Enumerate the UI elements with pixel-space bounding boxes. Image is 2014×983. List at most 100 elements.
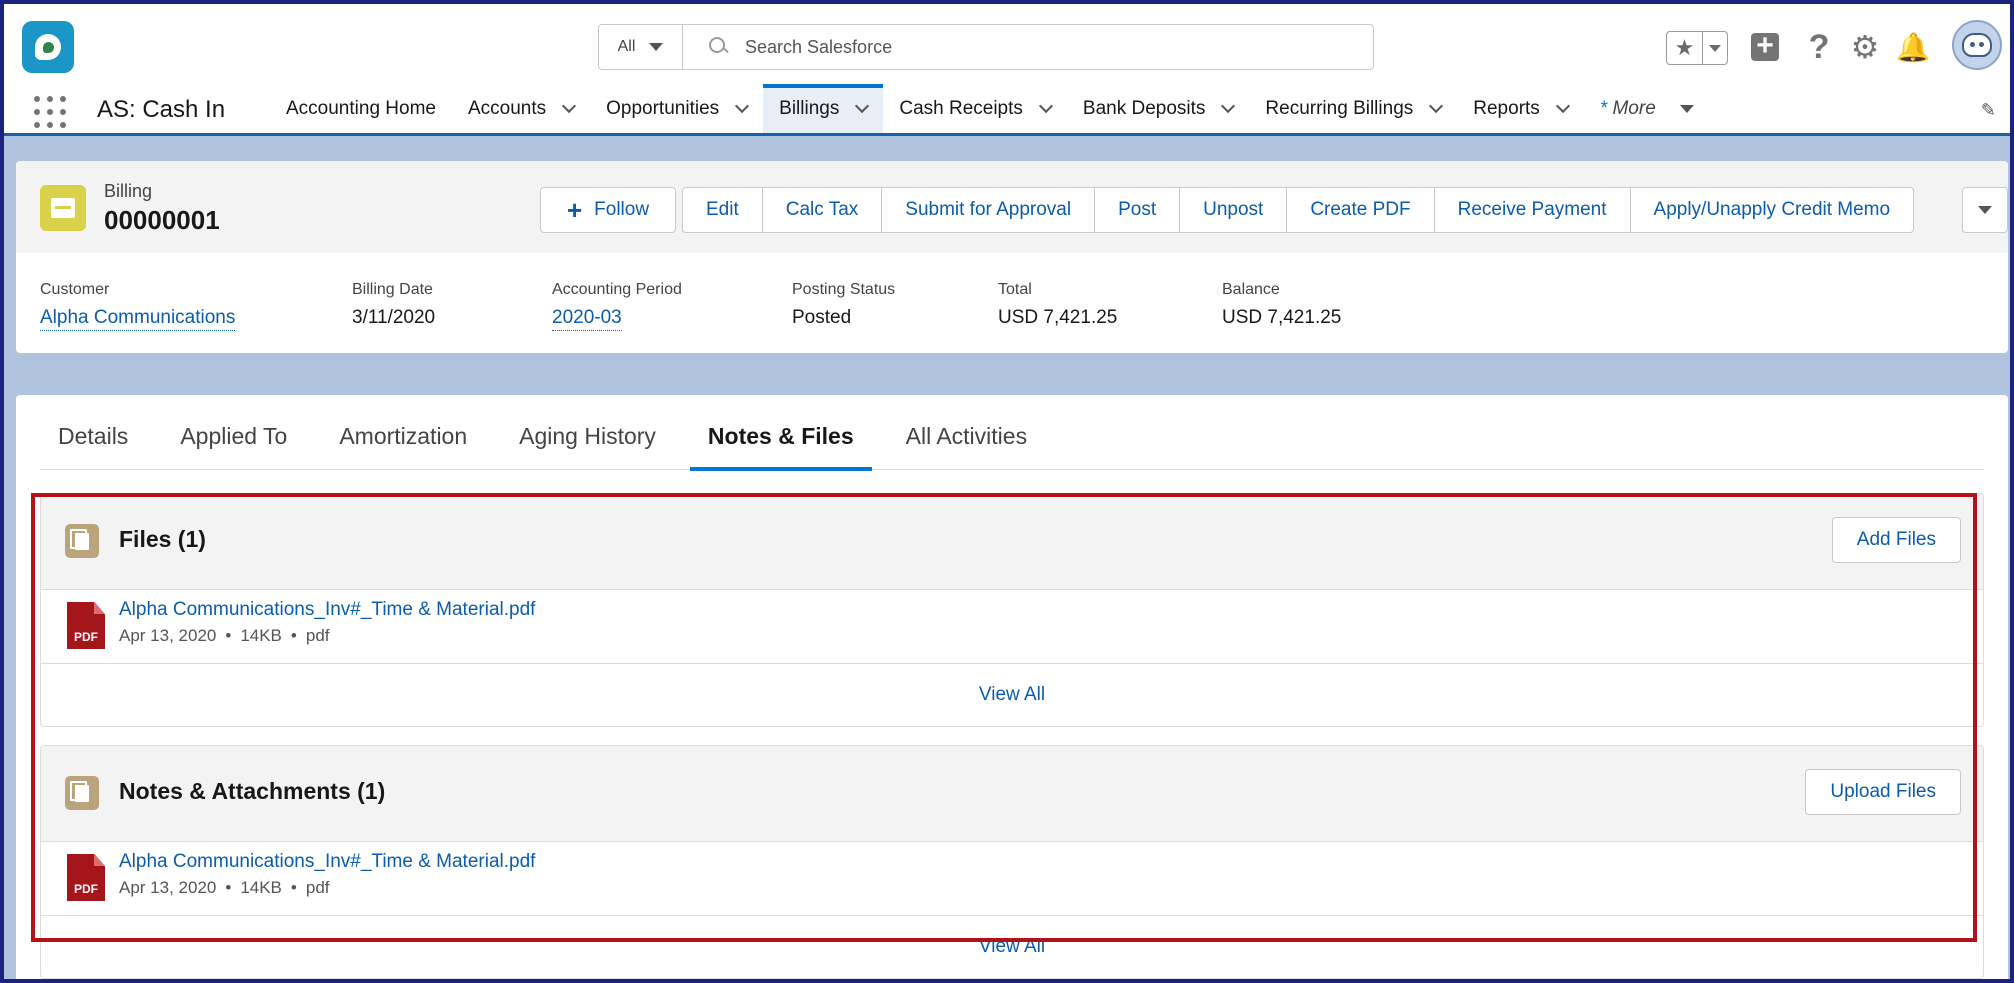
- question-icon: ?: [1808, 27, 1830, 66]
- field-balance: Balance USD 7,421.25: [1222, 281, 1341, 329]
- star-icon[interactable]: ★: [1667, 32, 1703, 64]
- notifications-button[interactable]: 🔔: [1895, 30, 1931, 64]
- calc-tax-button[interactable]: Calc Tax: [763, 188, 883, 232]
- receive-payment-button[interactable]: Receive Payment: [1435, 188, 1631, 232]
- search-input[interactable]: [745, 36, 1345, 58]
- nav-item-label: Accounting Home: [286, 97, 436, 119]
- edit-nav-icon[interactable]: ✎: [1981, 100, 1996, 121]
- chevron-down-icon[interactable]: [735, 98, 750, 113]
- field-value: USD 7,421.25: [1222, 307, 1342, 328]
- file-link[interactable]: Alpha Communications_Inv#_Time & Materia…: [119, 599, 535, 621]
- search-scope-label: All: [617, 38, 636, 55]
- chevron-down-icon[interactable]: [1429, 98, 1444, 113]
- chevron-down-icon[interactable]: [1038, 98, 1053, 113]
- file-ext: pdf: [305, 878, 330, 897]
- field-label: Balance: [1222, 281, 1280, 298]
- app-launcher-icon[interactable]: [34, 96, 66, 128]
- nav-item-label: Reports: [1473, 97, 1540, 119]
- tab-aging-history[interactable]: Aging History: [501, 395, 674, 470]
- field-total: Total USD 7,421.25: [998, 281, 1117, 329]
- field-posting-status: Posting Status Posted: [792, 281, 895, 329]
- file-row: PDF Alpha Communications_Inv#_Time & Mat…: [41, 590, 1983, 664]
- field-label: Accounting Period: [552, 281, 682, 298]
- field-value: Posted: [792, 307, 852, 328]
- nav-item-label: Opportunities: [606, 97, 720, 119]
- global-search: All: [598, 24, 1374, 70]
- field-value: 3/11/2020: [352, 307, 436, 328]
- notes-view-all-link[interactable]: View All: [41, 916, 1983, 978]
- submit-for-approval-button[interactable]: Submit for Approval: [882, 188, 1096, 232]
- files-card-header: Files (1) Add Files: [41, 494, 1983, 590]
- nav-item-billings[interactable]: Billings: [763, 84, 884, 133]
- search-icon: [709, 37, 729, 57]
- create-pdf-button[interactable]: Create PDF: [1287, 188, 1435, 232]
- logo-mark: [35, 34, 61, 60]
- file-link[interactable]: Alpha Communications_Inv#_Time & Materia…: [119, 851, 535, 873]
- app-window: All ★ + ? ⚙ 🔔 AS: Cash In Accounting Hom…: [0, 0, 2014, 983]
- field-value-link[interactable]: 2020-03: [552, 307, 622, 331]
- help-button[interactable]: ?: [1802, 27, 1836, 66]
- nav-item-label: Bank Deposits: [1082, 97, 1206, 119]
- nav-more-menu[interactable]: * More: [1584, 84, 1710, 133]
- user-avatar[interactable]: [1952, 20, 2002, 70]
- files-view-all-link[interactable]: View All: [41, 664, 1983, 726]
- more-actions-button[interactable]: [1962, 187, 2008, 233]
- nav-item-accounting-home[interactable]: Accounting Home: [270, 84, 452, 133]
- nav-item-cash-receipts[interactable]: Cash Receipts: [883, 84, 1067, 133]
- tab-details[interactable]: Details: [40, 395, 146, 470]
- file-meta: Apr 13, 2020 • 14KB • pdf: [119, 626, 330, 645]
- caret-down-icon: [1709, 44, 1721, 52]
- tab-applied-to[interactable]: Applied To: [162, 395, 305, 470]
- post-button[interactable]: Post: [1095, 188, 1181, 232]
- setup-button[interactable]: ⚙: [1848, 29, 1882, 65]
- chevron-down-icon[interactable]: [855, 98, 870, 113]
- file-ext: pdf: [305, 626, 330, 645]
- notes-card: Notes & Attachments (1) Upload Files PDF…: [40, 745, 1984, 979]
- global-actions-button[interactable]: +: [1748, 30, 1782, 64]
- pdf-icon: PDF: [67, 602, 105, 649]
- record-name: 00000001: [104, 205, 220, 235]
- bell-icon: 🔔: [1895, 31, 1931, 63]
- chevron-down-icon[interactable]: [1221, 98, 1236, 113]
- field-accounting-period: Accounting Period 2020-03: [552, 281, 682, 331]
- field-billing-date: Billing Date 3/11/2020: [352, 281, 435, 329]
- file-size: 14KB: [240, 878, 282, 897]
- add-files-button[interactable]: Add Files: [1831, 517, 1961, 563]
- record-highlights: Billing 00000001 + Follow Edit Calc Tax Su…: [16, 161, 2008, 253]
- files-icon: [65, 776, 99, 810]
- nav-item-bank-deposits[interactable]: Bank Deposits: [1067, 84, 1250, 133]
- upload-files-button[interactable]: Upload Files: [1805, 769, 1961, 815]
- files-card: Files (1) Add Files PDF Alpha Communicat…: [40, 493, 1984, 727]
- edit-button[interactable]: Edit: [683, 188, 763, 232]
- favorites-control: ★: [1666, 31, 1728, 65]
- search-scope-dropdown[interactable]: All: [599, 25, 683, 69]
- chevron-down-icon[interactable]: [562, 98, 577, 113]
- nav-item-opportunities[interactable]: Opportunities: [590, 84, 763, 133]
- favorites-dropdown[interactable]: [1703, 32, 1727, 64]
- field-value-link[interactable]: Alpha Communications: [40, 307, 236, 331]
- chevron-down-icon[interactable]: [1555, 98, 1570, 113]
- tab-notes-files[interactable]: Notes & Files: [689, 395, 872, 471]
- file-meta: Apr 13, 2020 • 14KB • pdf: [119, 878, 330, 897]
- pdf-icon: PDF: [67, 854, 105, 901]
- global-header: All ★ + ? ⚙ 🔔: [4, 4, 2010, 84]
- nav-item-reports[interactable]: Reports: [1457, 84, 1584, 133]
- plus-icon: +: [566, 195, 583, 225]
- tab-all-activities[interactable]: All Activities: [888, 395, 1045, 470]
- apply-unapply-credit-memo-button[interactable]: Apply/Unapply Credit Memo: [1631, 188, 1914, 232]
- app-nav-bar: AS: Cash In Accounting Home Accounts Oppor…: [4, 84, 2010, 136]
- nav-item-recurring-billings[interactable]: Recurring Billings: [1249, 84, 1457, 133]
- caret-down-icon: [649, 43, 664, 51]
- notes-card-title[interactable]: Notes & Attachments (1): [119, 778, 385, 805]
- tab-amortization[interactable]: Amortization: [321, 395, 485, 470]
- file-date: Apr 13, 2020: [119, 878, 217, 897]
- nav-item-accounts[interactable]: Accounts: [452, 84, 590, 133]
- files-card-title[interactable]: Files (1): [119, 526, 206, 553]
- record-header: Billing 00000001 + Follow Edit Calc Tax Su…: [16, 161, 2008, 353]
- unpost-button[interactable]: Unpost: [1180, 188, 1288, 232]
- record-actions: Edit Calc Tax Submit for Approval Post Unpos…: [682, 187, 1915, 233]
- avatar-face-icon: [1962, 33, 1992, 57]
- follow-label: Follow: [594, 199, 650, 220]
- follow-button[interactable]: + Follow: [540, 187, 676, 233]
- app-logo[interactable]: [22, 21, 74, 73]
